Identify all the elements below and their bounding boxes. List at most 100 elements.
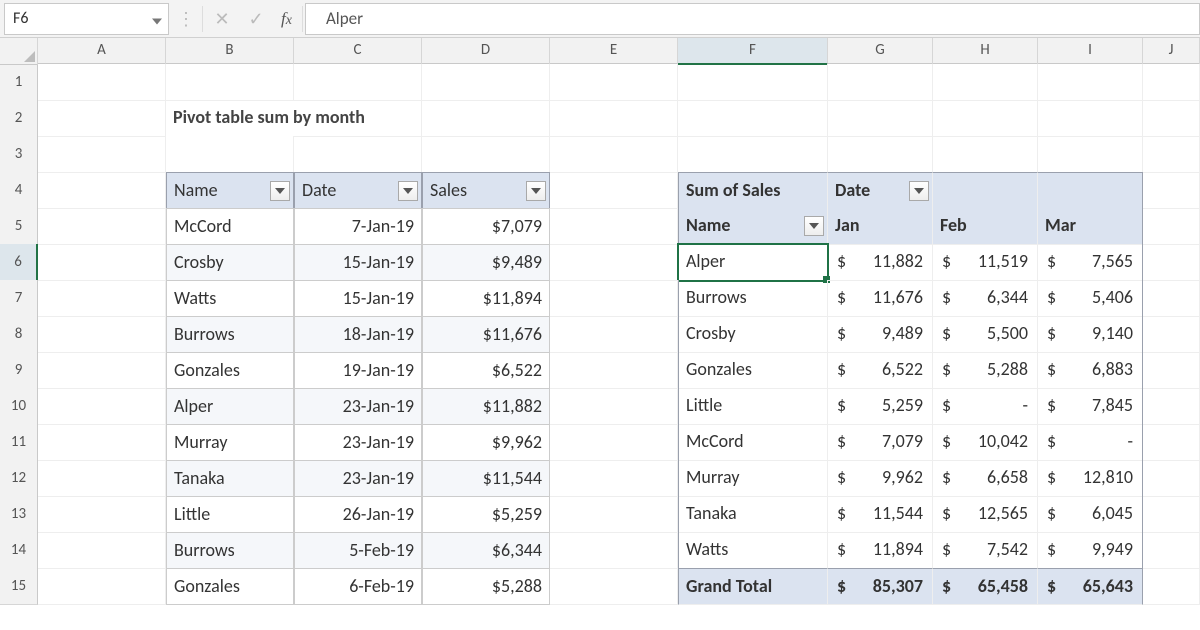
cell[interactable] xyxy=(38,496,166,533)
pivot-cell[interactable]: $65,458 xyxy=(933,568,1038,605)
cell[interactable] xyxy=(550,244,678,281)
table-cell-date[interactable]: 19-Jan-19 xyxy=(294,352,422,389)
cell[interactable] xyxy=(1143,352,1200,389)
cell[interactable] xyxy=(38,208,166,245)
cell[interactable] xyxy=(550,316,678,353)
filter-dropdown-icon[interactable] xyxy=(526,181,546,201)
col-header-J[interactable]: J xyxy=(1143,38,1200,65)
cell[interactable] xyxy=(1038,100,1143,137)
pivot-month-jan[interactable]: Jan xyxy=(828,208,933,245)
row-header[interactable]: 13 xyxy=(0,496,38,533)
table-header-name[interactable]: Name xyxy=(166,172,294,209)
table-cell-date[interactable]: 23-Jan-19 xyxy=(294,424,422,461)
pivot-row-name[interactable]: McCord xyxy=(678,424,828,461)
col-header-F[interactable]: F xyxy=(678,38,828,65)
table-cell-sales[interactable]: $5,259 xyxy=(422,496,550,533)
pivot-row-name[interactable]: Burrows xyxy=(678,280,828,317)
pivot-cell[interactable]: $5,406 xyxy=(1038,280,1143,317)
cell[interactable] xyxy=(294,136,422,173)
pivot-row-name[interactable]: Little xyxy=(678,388,828,425)
cell[interactable] xyxy=(38,244,166,281)
pivot-cell[interactable]: $7,079 xyxy=(828,424,933,461)
cell[interactable] xyxy=(294,100,422,137)
table-cell-sales[interactable]: $11,882 xyxy=(422,388,550,425)
cell[interactable] xyxy=(550,136,678,173)
table-cell-date[interactable]: 15-Jan-19 xyxy=(294,244,422,281)
pivot-row-name[interactable]: Murray xyxy=(678,460,828,497)
cell[interactable] xyxy=(422,64,550,101)
row-header[interactable]: 10 xyxy=(0,388,38,425)
pivot-cell[interactable]: $5,500 xyxy=(933,316,1038,353)
cell[interactable] xyxy=(1143,568,1200,605)
cell[interactable] xyxy=(38,100,166,137)
cell[interactable] xyxy=(166,64,294,101)
cell[interactable] xyxy=(38,280,166,317)
pivot-cell[interactable]: $6,883 xyxy=(1038,352,1143,389)
cell[interactable] xyxy=(550,64,678,101)
pivot-row-name[interactable]: Gonzales xyxy=(678,352,828,389)
pivot-cell[interactable]: $11,676 xyxy=(828,280,933,317)
pivot-cell[interactable]: $11,894 xyxy=(828,532,933,569)
cell[interactable] xyxy=(1143,244,1200,281)
row-header[interactable]: 4 xyxy=(0,172,38,209)
cell[interactable] xyxy=(550,352,678,389)
cell[interactable] xyxy=(678,136,828,173)
table-cell-sales[interactable]: $6,344 xyxy=(422,532,550,569)
table-cell-name[interactable]: Murray xyxy=(166,424,294,461)
table-cell-name[interactable]: Gonzales xyxy=(166,352,294,389)
pivot-cell[interactable]: $- xyxy=(1038,424,1143,461)
table-cell-sales[interactable]: $11,894 xyxy=(422,280,550,317)
name-box[interactable]: F6 xyxy=(4,3,169,35)
cell[interactable] xyxy=(550,172,678,209)
cell[interactable] xyxy=(828,64,933,101)
pivot-cell[interactable]: $11,544 xyxy=(828,496,933,533)
table-cell-sales[interactable]: $5,288 xyxy=(422,568,550,605)
pivot-cell[interactable]: $7,565 xyxy=(1038,244,1143,281)
pivot-row-name[interactable]: Crosby xyxy=(678,316,828,353)
pivot-cell[interactable]: $5,288 xyxy=(933,352,1038,389)
pivot-cell[interactable]: $6,522 xyxy=(828,352,933,389)
cell[interactable] xyxy=(166,136,294,173)
pivot-cell[interactable]: $11,882 xyxy=(828,244,933,281)
filter-dropdown-icon[interactable] xyxy=(909,181,929,201)
cell[interactable] xyxy=(550,568,678,605)
cell[interactable] xyxy=(550,460,678,497)
row-header[interactable]: 5 xyxy=(0,208,38,245)
pivot-cell[interactable]: $7,845 xyxy=(1038,388,1143,425)
pivot-month-feb[interactable]: Feb xyxy=(933,208,1038,245)
pivot-cell[interactable]: $9,140 xyxy=(1038,316,1143,353)
table-cell-date[interactable]: 26-Jan-19 xyxy=(294,496,422,533)
cell[interactable] xyxy=(550,496,678,533)
col-header-C[interactable]: C xyxy=(294,38,422,65)
table-cell-sales[interactable]: $9,962 xyxy=(422,424,550,461)
table-cell-sales[interactable]: $11,544 xyxy=(422,460,550,497)
table-cell-date[interactable]: 18-Jan-19 xyxy=(294,316,422,353)
cell[interactable] xyxy=(678,100,828,137)
table-cell-name[interactable]: Burrows xyxy=(166,316,294,353)
filter-dropdown-icon[interactable] xyxy=(804,216,824,236)
cell[interactable] xyxy=(38,532,166,569)
table-cell-sales[interactable]: $9,489 xyxy=(422,244,550,281)
pivot-cell[interactable]: $12,565 xyxy=(933,496,1038,533)
row-header[interactable]: 9 xyxy=(0,352,38,389)
col-header-B[interactable]: B xyxy=(166,38,294,65)
cell[interactable] xyxy=(38,388,166,425)
cell[interactable] xyxy=(550,532,678,569)
cell[interactable] xyxy=(550,100,678,137)
table-cell-date[interactable]: 23-Jan-19 xyxy=(294,388,422,425)
cell[interactable] xyxy=(550,280,678,317)
col-header-G[interactable]: G xyxy=(828,38,933,65)
cell[interactable] xyxy=(38,172,166,209)
col-header-E[interactable]: E xyxy=(550,38,678,65)
row-header[interactable]: 11 xyxy=(0,424,38,461)
pivot-cell[interactable]: $7,542 xyxy=(933,532,1038,569)
pivot-cell[interactable]: $85,307 xyxy=(828,568,933,605)
cell[interactable] xyxy=(550,424,678,461)
row-header[interactable]: 7 xyxy=(0,280,38,317)
table-cell-name[interactable]: McCord xyxy=(166,208,294,245)
cell[interactable] xyxy=(38,64,166,101)
row-header[interactable]: 14 xyxy=(0,532,38,569)
formula-bar-expand-icon[interactable]: ⋮ xyxy=(173,8,200,30)
cell[interactable] xyxy=(1038,64,1143,101)
pivot-cell[interactable]: $65,643 xyxy=(1038,568,1143,605)
